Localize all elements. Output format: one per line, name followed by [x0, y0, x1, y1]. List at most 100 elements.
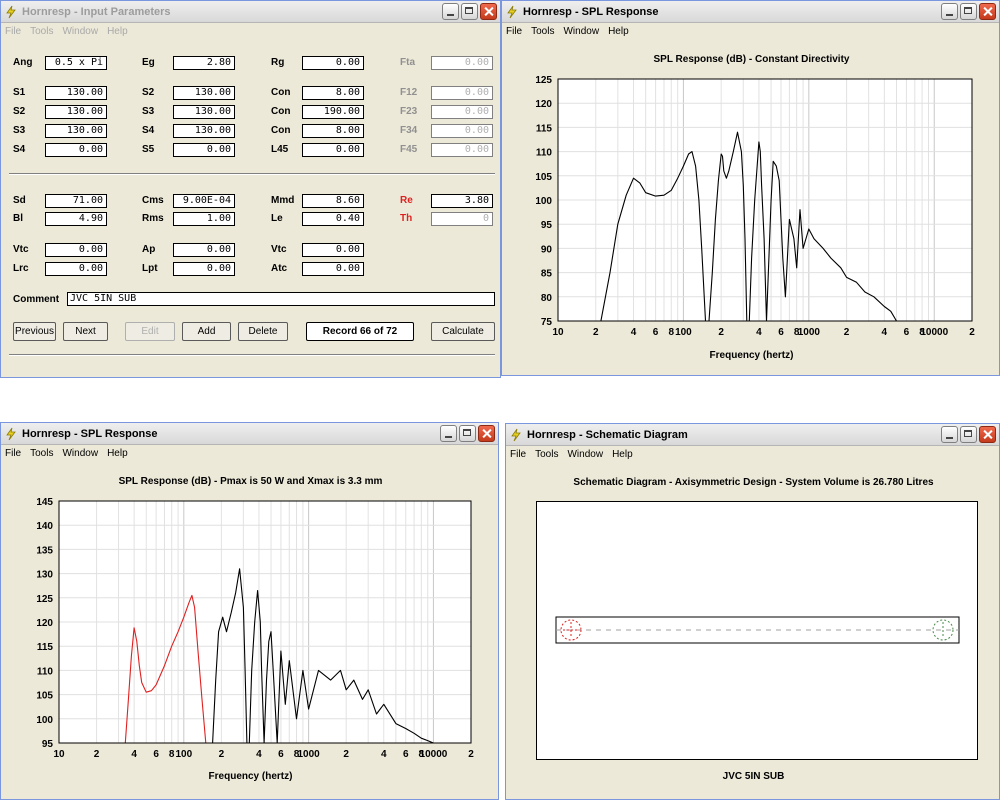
y-tick-label: 125 [535, 75, 552, 86]
minimize-button[interactable] [440, 425, 457, 442]
y-tick-label: 130 [36, 570, 53, 581]
minimize-button[interactable] [941, 426, 958, 443]
param-field-s3[interactable]: 130.00 [173, 105, 235, 119]
menu-tools[interactable]: Tools [531, 26, 554, 37]
menu-file[interactable]: File [506, 26, 522, 37]
comment-field[interactable]: JVC 5IN SUB [67, 292, 495, 306]
param-field-s5[interactable]: 0.00 [173, 143, 235, 157]
param-label-s4: S4 [13, 144, 26, 155]
param-field-s4[interactable]: 0.00 [45, 143, 107, 157]
x-tick-label: 6 [778, 327, 784, 338]
param-field-f12[interactable]: 0.00 [431, 86, 493, 100]
param-label-ap: Ap [142, 244, 156, 255]
minimize-button[interactable] [941, 3, 958, 20]
menu-tools[interactable]: Tools [30, 448, 53, 459]
delete-button[interactable]: Delete [238, 322, 288, 341]
param-field-lpt[interactable]: 0.00 [173, 262, 235, 276]
x-tick-label: 2 [969, 327, 975, 338]
param-field-re[interactable]: 3.80 [431, 194, 493, 208]
menu-window[interactable]: Window [563, 26, 599, 37]
y-tick-label: 100 [36, 715, 53, 726]
menu-help[interactable]: Help [608, 26, 629, 37]
y-tick-label: 90 [541, 244, 553, 255]
window-title: Hornresp - SPL Response [22, 427, 158, 440]
param-field-s3[interactable]: 130.00 [45, 124, 107, 138]
maximize-button[interactable] [960, 426, 977, 443]
next-button[interactable]: Next [63, 322, 108, 341]
param-field-vtc[interactable]: 0.00 [302, 243, 364, 257]
param-label-rg: Rg [271, 57, 285, 68]
param-label-le: Le [271, 213, 283, 224]
param-field-f34[interactable]: 0.00 [431, 124, 493, 138]
param-label-fta: Fta [400, 57, 415, 68]
param-label-cms: Cms [142, 195, 164, 206]
maximize-button[interactable] [459, 425, 476, 442]
param-field-l45[interactable]: 0.00 [302, 143, 364, 157]
titlebar-spl-2[interactable]: Hornresp - SPL Response [1, 423, 498, 445]
param-field-le[interactable]: 0.40 [302, 212, 364, 226]
menu-file[interactable]: File [5, 448, 21, 459]
param-field-s4[interactable]: 130.00 [173, 124, 235, 138]
menu-window[interactable]: Window [62, 448, 98, 459]
diagram-caption: JVC 5IN SUB [722, 771, 785, 782]
param-field-fta[interactable]: 0.00 [431, 56, 493, 70]
titlebar-schematic[interactable]: Hornresp - Schematic Diagram [506, 424, 999, 446]
previous-button[interactable]: Previous [13, 322, 56, 341]
param-field-s2[interactable]: 130.00 [173, 86, 235, 100]
param-field-atc[interactable]: 0.00 [302, 262, 364, 276]
param-field-cms[interactable]: 9.00E-04 [173, 194, 235, 208]
param-label-s3: S3 [13, 125, 26, 136]
close-button[interactable] [979, 3, 996, 20]
param-field-rg[interactable]: 0.00 [302, 56, 364, 70]
menu-help[interactable]: Help [612, 449, 633, 460]
y-tick-label: 80 [541, 293, 553, 304]
param-field-rms[interactable]: 1.00 [173, 212, 235, 226]
param-field-con[interactable]: 8.00 [302, 124, 364, 138]
spl-chart-pmax-xmax: 9510010511011512012513013514014510 2 4 6 8 10… [36, 497, 474, 760]
param-field-f45[interactable]: 0.00 [431, 143, 493, 157]
x-tick-label: 2 [593, 327, 599, 338]
param-label-sd: Sd [13, 195, 26, 206]
x-tick-label: 100 [675, 327, 692, 338]
add-button[interactable]: Add [182, 322, 231, 341]
maximize-button[interactable] [960, 3, 977, 20]
menu-help[interactable]: Help [107, 448, 128, 459]
close-button[interactable] [979, 426, 996, 443]
param-field-sd[interactable]: 71.00 [45, 194, 107, 208]
y-tick-label: 120 [535, 99, 552, 110]
param-field-s1[interactable]: 130.00 [45, 86, 107, 100]
y-tick-label: 105 [535, 172, 552, 183]
edit-button[interactable]: Edit [125, 322, 175, 341]
param-field-ap[interactable]: 0.00 [173, 243, 235, 257]
schematic-svg [555, 616, 960, 644]
param-label-s4: S4 [142, 125, 155, 136]
param-field-f23[interactable]: 0.00 [431, 105, 493, 119]
param-label-lrc: Lrc [13, 263, 29, 274]
param-field-th[interactable]: 0 [431, 212, 493, 226]
param-field-s2[interactable]: 130.00 [45, 105, 107, 119]
menu-tools[interactable]: Tools [535, 449, 558, 460]
param-field-mmd[interactable]: 8.60 [302, 194, 364, 208]
calculate-button[interactable]: Calculate [431, 322, 495, 341]
close-button[interactable] [478, 425, 495, 442]
param-field-con[interactable]: 8.00 [302, 86, 364, 100]
param-field-bl[interactable]: 4.90 [45, 212, 107, 226]
param-field-eg[interactable]: 2.80 [173, 56, 235, 70]
x-tick-label: 4 [131, 749, 137, 760]
param-label-rms: Rms [142, 213, 164, 224]
x-tick-label: 10 [53, 749, 65, 760]
divider [9, 173, 495, 175]
chart-title: SPL Response (dB) - Constant Directivity [653, 54, 850, 65]
menu-file[interactable]: File [510, 449, 526, 460]
param-label-th: Th [400, 213, 413, 224]
param-field-vtc[interactable]: 0.00 [45, 243, 107, 257]
window-spl-response-1: Hornresp - SPL Response File Tools Windo… [501, 0, 1000, 376]
param-field-con[interactable]: 190.00 [302, 105, 364, 119]
window-title: Hornresp - Schematic Diagram [527, 428, 688, 441]
titlebar-spl-1[interactable]: Hornresp - SPL Response [502, 1, 999, 23]
param-field-ang[interactable]: 0.5 x Pi [45, 56, 107, 70]
param-field-lrc[interactable]: 0.00 [45, 262, 107, 276]
window-input-parameters: Hornresp - Input Parameters File Tools W… [0, 0, 501, 378]
param-label-s1: S1 [13, 87, 26, 98]
menu-window[interactable]: Window [567, 449, 603, 460]
